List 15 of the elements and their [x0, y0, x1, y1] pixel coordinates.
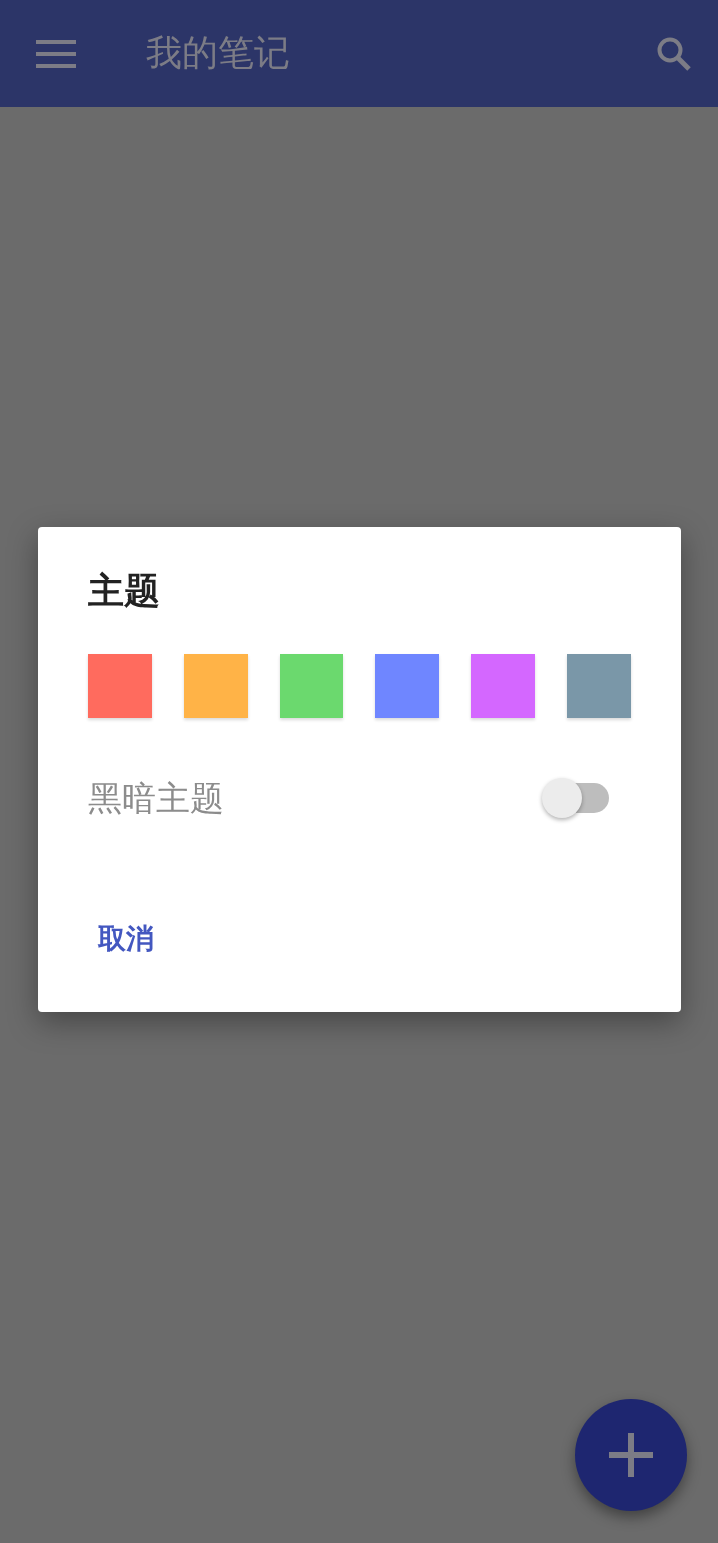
- color-swatch[interactable]: [567, 654, 631, 718]
- dark-theme-switch[interactable]: [542, 778, 609, 820]
- dialog-title: 主题: [88, 569, 160, 613]
- color-swatch[interactable]: [471, 654, 536, 718]
- search-icon[interactable]: [656, 35, 692, 72]
- color-swatch[interactable]: [88, 654, 152, 718]
- add-button[interactable]: [575, 1399, 687, 1511]
- dark-theme-label: 黑暗主题: [88, 777, 224, 820]
- cancel-button[interactable]: 取消: [88, 912, 164, 966]
- color-swatch[interactable]: [279, 654, 344, 718]
- color-swatch[interactable]: [375, 654, 440, 718]
- color-swatch[interactable]: [183, 654, 248, 718]
- menu-icon[interactable]: [36, 39, 76, 68]
- app-title: 我的笔记: [146, 31, 291, 75]
- plus-icon: [609, 1433, 653, 1477]
